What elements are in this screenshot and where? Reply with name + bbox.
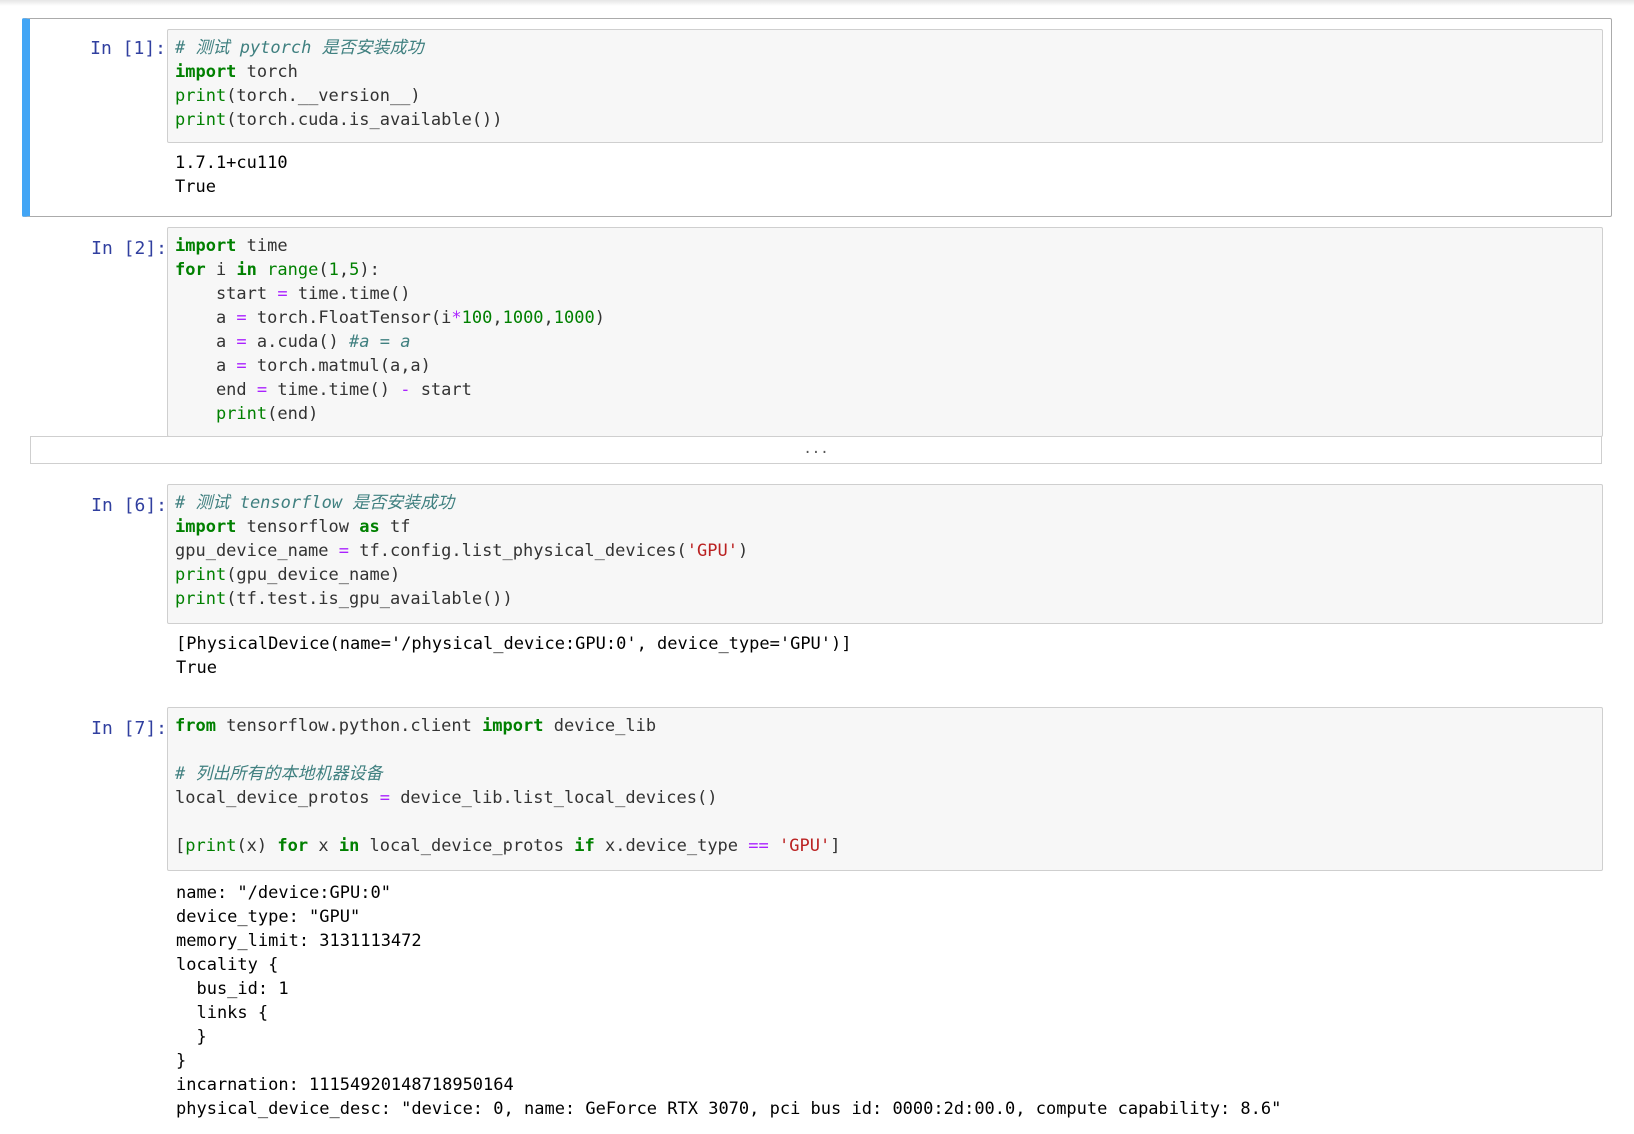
code-line: local_device_protos = device_lib.list_lo… [175, 788, 718, 808]
output-line: incarnation: 11154920148718950164 [176, 1075, 514, 1095]
output-line: True [176, 658, 217, 678]
code-line: from tensorflow.python.client import dev… [175, 716, 657, 736]
code-line: a = torch.FloatTensor(i*100,1000,1000) [175, 308, 605, 328]
code-line: print(gpu_device_name) [175, 565, 401, 585]
code-cell-6[interactable]: In [6]: # 测试 tensorflow 是否安装成功 import te… [22, 483, 1612, 683]
code-input[interactable]: # 测试 pytorch 是否安装成功 import torch print(t… [167, 29, 1603, 143]
code-line: for i in range(1,5): [175, 260, 380, 280]
code-line: start = time.time() [175, 284, 411, 304]
code-line: [print(x) for x in local_device_protos i… [175, 836, 841, 856]
code-line: end = time.time() - start [175, 380, 472, 400]
code-cell-7[interactable]: In [7]: from tensorflow.python.client im… [22, 706, 1612, 1134]
code-line: print(end) [215, 404, 319, 424]
output-line: [PhysicalDevice(name='/physical_device:G… [176, 634, 852, 654]
code-line: gpu_device_name = tf.config.list_physica… [175, 541, 749, 561]
code-line: import torch [175, 62, 298, 82]
code-line: print(torch.cuda.is_available()) [175, 110, 503, 130]
code-line: a = torch.matmul(a,a) [175, 356, 431, 376]
output-line: True [175, 177, 216, 197]
collapsed-output-toggle[interactable]: ... [30, 436, 1602, 464]
code-line: print(tf.test.is_gpu_available()) [175, 589, 513, 609]
input-prompt: In [1]: [90, 38, 166, 59]
code-line: print(torch.__version__) [175, 86, 421, 106]
code-line: import tensorflow as tf [175, 517, 411, 537]
code-cell-1[interactable]: In [1]: # 测试 pytorch 是否安装成功 import torch… [22, 18, 1612, 217]
code-input[interactable]: # 测试 tensorflow 是否安装成功 import tensorflow… [167, 484, 1603, 624]
cell-output: 1.7.1+cu110 True [175, 151, 1605, 199]
output-line: locality { [176, 955, 279, 975]
input-prompt: In [7]: [91, 718, 167, 739]
code-input[interactable]: from tensorflow.python.client import dev… [167, 707, 1603, 871]
notebook: In [1]: # 测试 pytorch 是否安装成功 import torch… [0, 0, 1634, 1134]
output-line: 1.7.1+cu110 [175, 153, 288, 173]
code-line: import time [175, 236, 288, 256]
input-prompt: In [6]: [91, 495, 167, 516]
cell-output: name: "/device:GPU:0" device_type: "GPU"… [176, 881, 1606, 1121]
output-line: bus_id: 1 [176, 979, 289, 999]
code-input[interactable]: import time for i in range(1,5): start =… [167, 227, 1603, 437]
input-prompt: In [2]: [91, 238, 167, 259]
code-cell-2[interactable]: In [2]: import time for i in range(1,5):… [22, 226, 1612, 437]
output-line: } [176, 1027, 207, 1047]
output-line: links { [176, 1003, 269, 1023]
output-line: memory_limit: 3131113472 [176, 931, 422, 951]
output-line: device_type: "GPU" [176, 907, 361, 927]
output-line: physical_device_desc: "device: 0, name: … [176, 1099, 1282, 1119]
code-line: # 测试 pytorch 是否安装成功 [175, 38, 424, 58]
cell-output: [PhysicalDevice(name='/physical_device:G… [176, 632, 1606, 680]
output-line: name: "/device:GPU:0" [176, 883, 391, 903]
header-shadow [0, 0, 1634, 6]
output-line: } [176, 1051, 187, 1071]
code-line: # 列出所有的本地机器设备 [175, 764, 383, 784]
code-line: # 测试 tensorflow 是否安装成功 [175, 493, 455, 513]
code-line: a = a.cuda() #a = a [175, 332, 411, 352]
